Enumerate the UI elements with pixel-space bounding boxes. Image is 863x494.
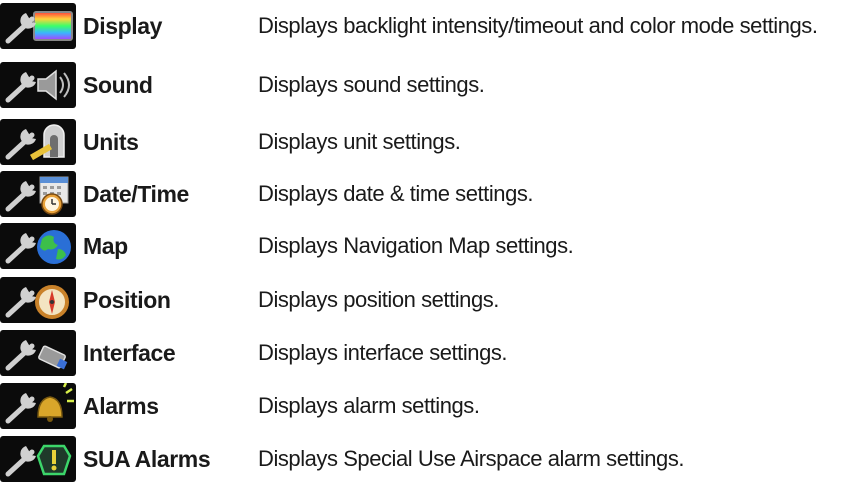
settings-row-position: Position Displays position settings. (0, 274, 863, 326)
map-description: Displays Navigation Map settings. (258, 233, 574, 258)
units-label: Units (83, 129, 139, 155)
settings-row-map: Map Displays Navigation Map settings. (0, 220, 863, 272)
compass-icon (0, 277, 76, 323)
airspace-alarm-icon (0, 436, 76, 482)
settings-row-sua-alarms: SUA Alarms Displays Special Use Airspace… (0, 433, 863, 485)
settings-row-interface: Interface Displays interface settings. (0, 327, 863, 379)
sound-label: Sound (83, 72, 153, 98)
settings-row-display: Display Displays backlight intensity/tim… (0, 0, 863, 52)
settings-row-units: Units Displays unit settings. (0, 116, 863, 168)
sua-alarms-label: SUA Alarms (83, 446, 211, 472)
connector-icon (0, 330, 76, 376)
calendar-clock-icon (0, 171, 76, 217)
alarm-bell-icon (0, 383, 76, 429)
units-description: Displays unit settings. (258, 129, 461, 154)
settings-row-sound: Sound Displays sound settings. (0, 59, 863, 111)
settings-row-date-time: Date/Time Displays date & time settings. (0, 168, 863, 220)
interface-description: Displays interface settings. (258, 340, 508, 365)
alarms-description: Displays alarm settings. (258, 393, 480, 418)
alarms-label: Alarms (83, 393, 159, 419)
sound-description: Displays sound settings. (258, 72, 485, 97)
display-description: Displays backlight intensity/timeout and… (258, 13, 818, 38)
interface-label: Interface (83, 340, 176, 366)
display-label: Display (83, 13, 163, 39)
date-time-label: Date/Time (83, 181, 189, 207)
map-label: Map (83, 233, 128, 259)
date-time-description: Displays date & time settings. (258, 181, 534, 206)
speaker-icon (0, 62, 76, 108)
settings-list: Display Displays backlight intensity/tim… (0, 0, 863, 494)
units-icon (0, 119, 76, 165)
position-description: Displays position settings. (258, 287, 499, 312)
position-label: Position (83, 287, 171, 313)
globe-icon (0, 223, 76, 269)
display-icon (0, 3, 76, 49)
sua-alarms-description: Displays Special Use Airspace alarm sett… (258, 446, 685, 471)
settings-row-alarms: Alarms Displays alarm settings. (0, 380, 863, 432)
